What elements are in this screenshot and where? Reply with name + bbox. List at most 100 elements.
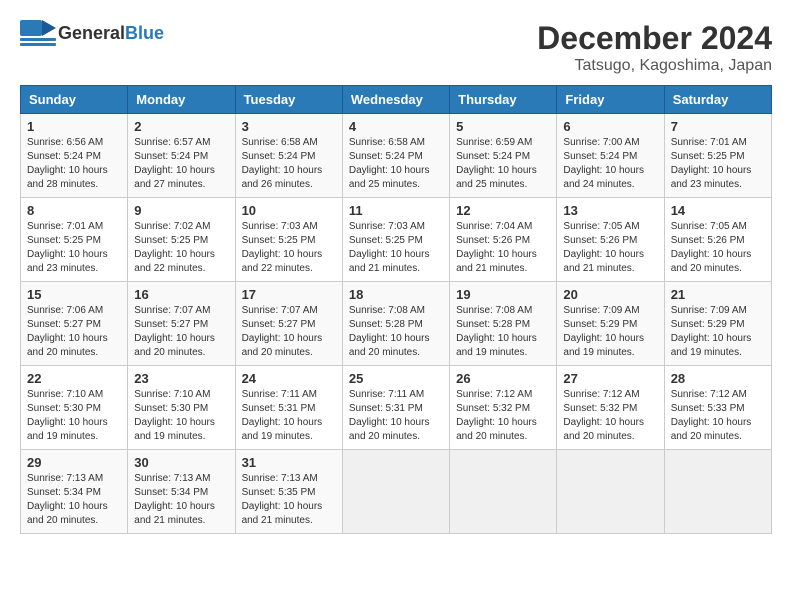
calendar-cell: 18 Sunrise: 7:08 AMSunset: 5:28 PMDaylig… bbox=[342, 282, 449, 366]
day-info: Sunrise: 7:07 AMSunset: 5:27 PMDaylight:… bbox=[242, 305, 323, 358]
day-info: Sunrise: 6:58 AMSunset: 5:24 PMDaylight:… bbox=[349, 137, 430, 190]
calendar-cell: 22 Sunrise: 7:10 AMSunset: 5:30 PMDaylig… bbox=[21, 366, 128, 450]
day-number: 14 bbox=[671, 203, 765, 218]
day-info: Sunrise: 7:08 AMSunset: 5:28 PMDaylight:… bbox=[456, 305, 537, 358]
day-info: Sunrise: 6:57 AMSunset: 5:24 PMDaylight:… bbox=[134, 137, 215, 190]
column-header-sunday: Sunday bbox=[21, 86, 128, 114]
day-info: Sunrise: 7:05 AMSunset: 5:26 PMDaylight:… bbox=[671, 221, 752, 274]
day-info: Sunrise: 7:04 AMSunset: 5:26 PMDaylight:… bbox=[456, 221, 537, 274]
title-area: December 2024 Tatsugo, Kagoshima, Japan bbox=[537, 20, 772, 75]
calendar-cell bbox=[664, 450, 771, 534]
logo: GeneralBlue bbox=[20, 20, 164, 46]
day-info: Sunrise: 7:09 AMSunset: 5:29 PMDaylight:… bbox=[671, 305, 752, 358]
calendar-cell: 23 Sunrise: 7:10 AMSunset: 5:30 PMDaylig… bbox=[128, 366, 235, 450]
day-number: 25 bbox=[349, 371, 443, 386]
day-number: 21 bbox=[671, 287, 765, 302]
day-number: 3 bbox=[242, 119, 336, 134]
day-number: 17 bbox=[242, 287, 336, 302]
calendar-cell: 6 Sunrise: 7:00 AMSunset: 5:24 PMDayligh… bbox=[557, 114, 664, 198]
day-info: Sunrise: 7:11 AMSunset: 5:31 PMDaylight:… bbox=[242, 389, 323, 442]
day-info: Sunrise: 7:13 AMSunset: 5:34 PMDaylight:… bbox=[27, 473, 108, 526]
day-number: 20 bbox=[563, 287, 657, 302]
calendar-cell: 8 Sunrise: 7:01 AMSunset: 5:25 PMDayligh… bbox=[21, 198, 128, 282]
day-info: Sunrise: 7:10 AMSunset: 5:30 PMDaylight:… bbox=[27, 389, 108, 442]
day-number: 1 bbox=[27, 119, 121, 134]
calendar-cell: 27 Sunrise: 7:12 AMSunset: 5:32 PMDaylig… bbox=[557, 366, 664, 450]
calendar-cell: 14 Sunrise: 7:05 AMSunset: 5:26 PMDaylig… bbox=[664, 198, 771, 282]
day-number: 29 bbox=[27, 455, 121, 470]
calendar-cell: 10 Sunrise: 7:03 AMSunset: 5:25 PMDaylig… bbox=[235, 198, 342, 282]
day-info: Sunrise: 7:06 AMSunset: 5:27 PMDaylight:… bbox=[27, 305, 108, 358]
calendar-cell: 26 Sunrise: 7:12 AMSunset: 5:32 PMDaylig… bbox=[450, 366, 557, 450]
calendar-cell: 17 Sunrise: 7:07 AMSunset: 5:27 PMDaylig… bbox=[235, 282, 342, 366]
day-info: Sunrise: 7:03 AMSunset: 5:25 PMDaylight:… bbox=[349, 221, 430, 274]
calendar-cell: 19 Sunrise: 7:08 AMSunset: 5:28 PMDaylig… bbox=[450, 282, 557, 366]
logo-blue: Blue bbox=[125, 23, 164, 43]
day-info: Sunrise: 7:11 AMSunset: 5:31 PMDaylight:… bbox=[349, 389, 430, 442]
calendar-week-2: 8 Sunrise: 7:01 AMSunset: 5:25 PMDayligh… bbox=[21, 198, 772, 282]
day-info: Sunrise: 7:00 AMSunset: 5:24 PMDaylight:… bbox=[563, 137, 644, 190]
calendar-cell: 30 Sunrise: 7:13 AMSunset: 5:34 PMDaylig… bbox=[128, 450, 235, 534]
calendar-cell: 1 Sunrise: 6:56 AMSunset: 5:24 PMDayligh… bbox=[21, 114, 128, 198]
day-number: 10 bbox=[242, 203, 336, 218]
page-header: GeneralBlue December 2024 Tatsugo, Kagos… bbox=[20, 20, 772, 75]
calendar-cell: 13 Sunrise: 7:05 AMSunset: 5:26 PMDaylig… bbox=[557, 198, 664, 282]
day-number: 5 bbox=[456, 119, 550, 134]
day-info: Sunrise: 7:03 AMSunset: 5:25 PMDaylight:… bbox=[242, 221, 323, 274]
day-number: 13 bbox=[563, 203, 657, 218]
day-number: 4 bbox=[349, 119, 443, 134]
calendar-cell: 21 Sunrise: 7:09 AMSunset: 5:29 PMDaylig… bbox=[664, 282, 771, 366]
day-info: Sunrise: 7:07 AMSunset: 5:27 PMDaylight:… bbox=[134, 305, 215, 358]
calendar-cell bbox=[450, 450, 557, 534]
column-header-monday: Monday bbox=[128, 86, 235, 114]
calendar-cell: 20 Sunrise: 7:09 AMSunset: 5:29 PMDaylig… bbox=[557, 282, 664, 366]
calendar-cell: 28 Sunrise: 7:12 AMSunset: 5:33 PMDaylig… bbox=[664, 366, 771, 450]
calendar-cell: 4 Sunrise: 6:58 AMSunset: 5:24 PMDayligh… bbox=[342, 114, 449, 198]
day-info: Sunrise: 7:12 AMSunset: 5:33 PMDaylight:… bbox=[671, 389, 752, 442]
calendar-week-3: 15 Sunrise: 7:06 AMSunset: 5:27 PMDaylig… bbox=[21, 282, 772, 366]
calendar-cell: 3 Sunrise: 6:58 AMSunset: 5:24 PMDayligh… bbox=[235, 114, 342, 198]
day-number: 7 bbox=[671, 119, 765, 134]
calendar-cell: 11 Sunrise: 7:03 AMSunset: 5:25 PMDaylig… bbox=[342, 198, 449, 282]
day-number: 9 bbox=[134, 203, 228, 218]
day-info: Sunrise: 7:10 AMSunset: 5:30 PMDaylight:… bbox=[134, 389, 215, 442]
day-number: 26 bbox=[456, 371, 550, 386]
calendar-week-1: 1 Sunrise: 6:56 AMSunset: 5:24 PMDayligh… bbox=[21, 114, 772, 198]
calendar-cell: 15 Sunrise: 7:06 AMSunset: 5:27 PMDaylig… bbox=[21, 282, 128, 366]
day-info: Sunrise: 6:58 AMSunset: 5:24 PMDaylight:… bbox=[242, 137, 323, 190]
day-info: Sunrise: 7:13 AMSunset: 5:35 PMDaylight:… bbox=[242, 473, 323, 526]
day-info: Sunrise: 7:12 AMSunset: 5:32 PMDaylight:… bbox=[456, 389, 537, 442]
day-number: 12 bbox=[456, 203, 550, 218]
day-info: Sunrise: 7:08 AMSunset: 5:28 PMDaylight:… bbox=[349, 305, 430, 358]
column-header-friday: Friday bbox=[557, 86, 664, 114]
day-number: 30 bbox=[134, 455, 228, 470]
day-info: Sunrise: 6:59 AMSunset: 5:24 PMDaylight:… bbox=[456, 137, 537, 190]
day-number: 22 bbox=[27, 371, 121, 386]
calendar-cell: 24 Sunrise: 7:11 AMSunset: 5:31 PMDaylig… bbox=[235, 366, 342, 450]
calendar-cell: 12 Sunrise: 7:04 AMSunset: 5:26 PMDaylig… bbox=[450, 198, 557, 282]
calendar-cell: 25 Sunrise: 7:11 AMSunset: 5:31 PMDaylig… bbox=[342, 366, 449, 450]
day-number: 27 bbox=[563, 371, 657, 386]
calendar-cell: 2 Sunrise: 6:57 AMSunset: 5:24 PMDayligh… bbox=[128, 114, 235, 198]
calendar-table: SundayMondayTuesdayWednesdayThursdayFrid… bbox=[20, 85, 772, 534]
calendar-cell: 16 Sunrise: 7:07 AMSunset: 5:27 PMDaylig… bbox=[128, 282, 235, 366]
day-number: 28 bbox=[671, 371, 765, 386]
day-info: Sunrise: 7:01 AMSunset: 5:25 PMDaylight:… bbox=[27, 221, 108, 274]
calendar-cell: 9 Sunrise: 7:02 AMSunset: 5:25 PMDayligh… bbox=[128, 198, 235, 282]
day-number: 23 bbox=[134, 371, 228, 386]
logo-general: General bbox=[58, 23, 125, 43]
day-info: Sunrise: 7:01 AMSunset: 5:25 PMDaylight:… bbox=[671, 137, 752, 190]
column-header-tuesday: Tuesday bbox=[235, 86, 342, 114]
month-title: December 2024 bbox=[537, 20, 772, 57]
day-number: 2 bbox=[134, 119, 228, 134]
calendar-cell: 7 Sunrise: 7:01 AMSunset: 5:25 PMDayligh… bbox=[664, 114, 771, 198]
calendar-header-row: SundayMondayTuesdayWednesdayThursdayFrid… bbox=[21, 86, 772, 114]
calendar-week-4: 22 Sunrise: 7:10 AMSunset: 5:30 PMDaylig… bbox=[21, 366, 772, 450]
column-header-saturday: Saturday bbox=[664, 86, 771, 114]
day-number: 8 bbox=[27, 203, 121, 218]
day-info: Sunrise: 7:12 AMSunset: 5:32 PMDaylight:… bbox=[563, 389, 644, 442]
calendar-cell: 29 Sunrise: 7:13 AMSunset: 5:34 PMDaylig… bbox=[21, 450, 128, 534]
day-info: Sunrise: 6:56 AMSunset: 5:24 PMDaylight:… bbox=[27, 137, 108, 190]
day-number: 18 bbox=[349, 287, 443, 302]
logo-icon bbox=[20, 20, 56, 46]
